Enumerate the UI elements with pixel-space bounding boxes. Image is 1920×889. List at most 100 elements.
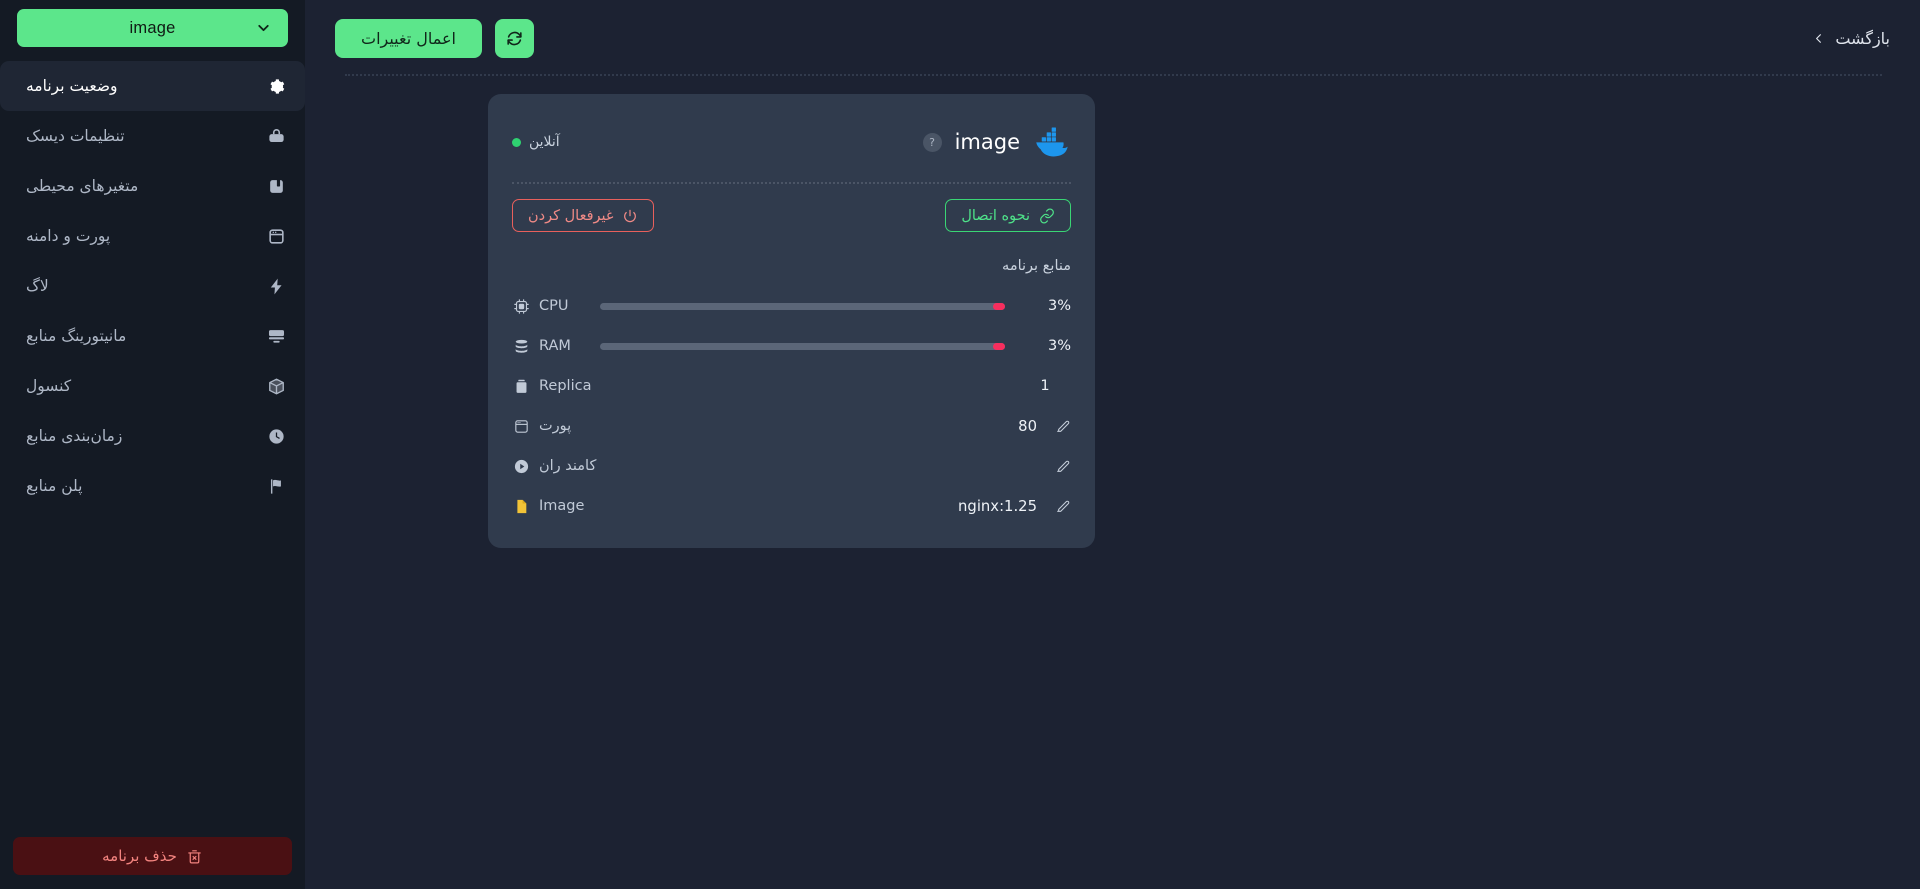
ram-value: 3% [1047,338,1071,354]
card-actions: نحوه اتصال غیرفعال کردن [512,199,1071,232]
edit-run-command-icon[interactable] [1055,458,1071,474]
app-selector-button[interactable]: image [17,9,288,47]
sidebar-item-label: پورت و دامنه [26,227,111,245]
docker-icon [1033,127,1071,157]
image-value: nginx:1.25 [958,497,1037,515]
sidebar: image وضعیت برنامه تنظیمات دیسک متغیرهای [0,0,305,889]
monitor-icon [266,326,287,347]
status-label: آنلاین [529,134,560,150]
flag-icon [266,476,287,497]
trash-x-icon [186,848,203,865]
sidebar-item-app-status[interactable]: وضعیت برنامه [0,61,305,111]
resource-row-cpu: CPU 3% [512,286,1071,326]
disable-app-label: غیرفعال کردن [528,207,614,224]
variable-icon [266,176,287,197]
connection-info-label: نحوه اتصال [961,207,1030,224]
power-icon [622,208,638,224]
clock-icon [266,426,287,447]
sidebar-item-label: زمان‌بندی منابع [26,427,123,445]
refresh-button[interactable] [495,18,534,58]
port-icon [512,417,530,435]
resource-name: RAM [539,338,571,354]
status-badge: آنلاین [512,134,560,150]
toolbar-actions: اعمال تغییرات [335,18,534,58]
port-value: 80 [1018,417,1037,435]
sidebar-item-label: متغیرهای محیطی [26,177,139,195]
resource-row-run-command: کامند ران [512,446,1071,486]
link-icon [1039,208,1055,224]
resource-label-port: پورت [512,417,586,435]
app-selector-label: image [129,18,176,37]
ram-bar-fill [992,342,1005,350]
disk-icon [266,126,287,147]
delete-app-button[interactable]: حذف برنامه [13,837,292,875]
delete-app-label: حذف برنامه [102,847,177,865]
refresh-icon [505,29,524,48]
sidebar-item-env-vars[interactable]: متغیرهای محیطی [0,161,305,211]
apply-changes-button[interactable]: اعمال تغییرات [335,18,482,58]
window-icon [266,226,287,247]
play-icon [512,457,530,475]
toolbar: بازگشت اعمال تغییرات [305,0,1920,76]
sidebar-item-label: تنظیمات دیسک [26,127,125,145]
ram-bar-track [600,342,1005,350]
cpu-bar-fill [992,302,1005,310]
replica-value: 1 [1040,378,1050,394]
sidebar-item-resource-monitoring[interactable]: مانیتورینگ منابع [0,311,305,361]
card-title: image [954,130,1020,154]
resource-label-run-command: کامند ران [512,457,596,475]
resource-label-cpu: CPU [512,297,586,315]
toolbar-divider [345,74,1882,76]
cpu-value: 3% [1047,298,1071,314]
sidebar-item-label: مانیتورینگ منابع [26,327,127,345]
resource-row-replica: Replica 1 [512,366,1071,406]
sidebar-item-disk-settings[interactable]: تنظیمات دیسک [0,111,305,161]
image-value-group: nginx:1.25 [958,498,1071,515]
disable-app-button[interactable]: غیرفعال کردن [512,199,655,232]
card-divider-top [512,182,1071,184]
resource-name: Replica [539,378,592,394]
resource-row-port: پورت 80 [512,406,1071,446]
question-mark-icon[interactable]: ? [922,132,942,152]
sidebar-item-label: لاگ [26,277,49,295]
cpu-bar-track [600,302,1005,310]
chevron-left-icon [1811,31,1826,46]
resource-name: کامند ران [539,458,597,474]
back-button[interactable]: بازگشت [1811,29,1890,48]
connection-info-button[interactable]: نحوه اتصال [945,199,1071,232]
sidebar-item-console[interactable]: کنسول [0,361,305,411]
status-dot-icon [512,137,521,147]
sidebar-item-port-domain[interactable]: پورت و دامنه [0,211,305,261]
sidebar-item-label: کنسول [26,377,72,395]
resource-name: Image [539,498,585,514]
cube-icon [266,376,287,397]
resources-section-title: منابع برنامه [1002,258,1071,274]
resource-label-ram: RAM [512,337,586,355]
gear-icon [266,76,287,97]
back-label: بازگشت [1835,28,1890,48]
replica-icon [512,377,530,395]
card-identity: image ? [922,127,1071,157]
resource-name: CPU [539,298,569,314]
bolt-icon [266,276,287,297]
sidebar-item-log[interactable]: لاگ [0,261,305,311]
run-command-value-group [1037,458,1071,474]
resource-label-image: Image [512,497,586,515]
sidebar-item-label: پلن منابع [26,477,83,495]
edit-port-icon[interactable] [1055,418,1071,434]
port-value-group: 80 [1018,418,1071,435]
app-status-card: image ? آنلاین نحوه اتصال غیرفعال کردن م… [488,94,1095,548]
resource-row-ram: RAM 3% [512,326,1071,366]
resource-label-replica: Replica [512,377,591,395]
sidebar-item-label: وضعیت برنامه [26,77,118,95]
edit-image-icon[interactable] [1055,498,1071,514]
ram-bar [600,342,1005,350]
sidebar-item-resource-scheduling[interactable]: زمان‌بندی منابع [0,411,305,461]
cpu-icon [512,297,530,315]
sidebar-item-resource-plan[interactable]: پلن منابع [0,461,305,511]
file-icon [512,497,530,515]
cpu-bar [600,302,1005,310]
chevron-down-icon [255,20,272,37]
ram-icon [512,337,530,355]
main-content: بازگشت اعمال تغییرات image ? آنلاین نحوه… [305,0,1920,889]
